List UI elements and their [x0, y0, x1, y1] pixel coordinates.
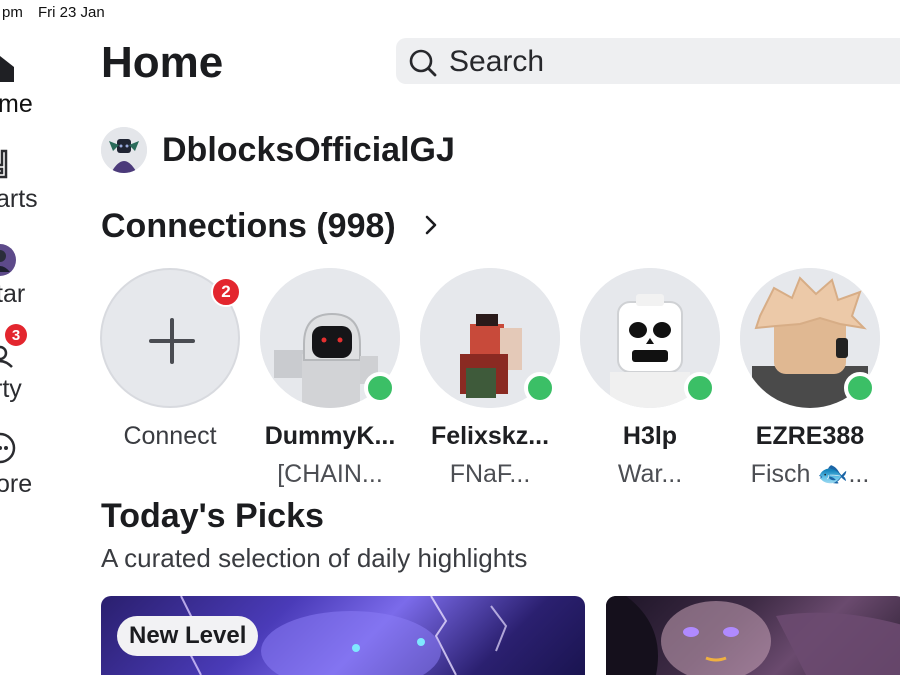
sidebar-item-label: arts — [0, 185, 38, 213]
connect-badge: 2 — [211, 277, 241, 307]
connections-title: Connections (998) — [101, 207, 396, 245]
search-placeholder: Search — [449, 45, 545, 78]
party-badge: 3 — [5, 324, 27, 346]
experience-card[interactable]: New Level — [101, 596, 585, 675]
status-time: pm — [2, 4, 23, 21]
connections-header[interactable]: Connections (998) — [101, 207, 437, 246]
sidebar-item-label: me — [0, 90, 33, 118]
experience-card[interactable] — [606, 596, 900, 675]
section-title: Today's Picks — [101, 497, 324, 535]
online-indicator — [524, 372, 556, 404]
friend-status: FNaF... — [449, 460, 531, 488]
sidebar-item-party[interactable]: 3 rty — [0, 324, 70, 415]
chevron-right-icon — [425, 215, 437, 235]
friend-name: Felixskz... — [430, 422, 550, 450]
charts-icon — [0, 149, 8, 179]
friend-name: DummyK... — [264, 422, 396, 450]
online-indicator — [364, 372, 396, 404]
sidebar-item-avatar[interactable]: tar — [0, 230, 70, 320]
connect-label: Connect — [123, 422, 217, 450]
search-icon — [409, 49, 437, 77]
friend-status: War... — [617, 460, 683, 488]
friend-name: EZRE388 — [755, 422, 865, 450]
card-thumbnail — [606, 596, 900, 675]
sidebar-item-charts[interactable]: arts — [0, 135, 70, 225]
friend-status: Fisch 🐟... — [750, 460, 870, 488]
sidebar: me arts tar 3 rty ore — [0, 30, 70, 675]
online-indicator — [844, 372, 876, 404]
friend-name: H3lp — [622, 422, 678, 450]
avatar-icon — [0, 244, 16, 276]
online-indicator — [684, 372, 716, 404]
sidebar-item-label: tar — [0, 280, 26, 308]
home-icon — [0, 56, 14, 82]
sidebar-item-label: rty — [0, 375, 22, 403]
sidebar-item-label: ore — [0, 470, 33, 498]
page-title: Home — [101, 38, 224, 87]
search-input[interactable]: Search — [396, 38, 900, 84]
more-icon — [0, 432, 16, 464]
sidebar-item-home[interactable]: me — [0, 40, 70, 130]
username: DblocksOfficialGJ — [162, 131, 455, 169]
friend-status: [CHAIN... — [277, 460, 383, 488]
status-date: Fri 23 Jan — [38, 4, 105, 21]
sidebar-item-more[interactable]: ore — [0, 420, 70, 510]
card-tag: New Level — [117, 616, 259, 656]
avatar — [101, 127, 147, 173]
section-subtitle: A curated selection of daily highlights — [101, 543, 528, 573]
